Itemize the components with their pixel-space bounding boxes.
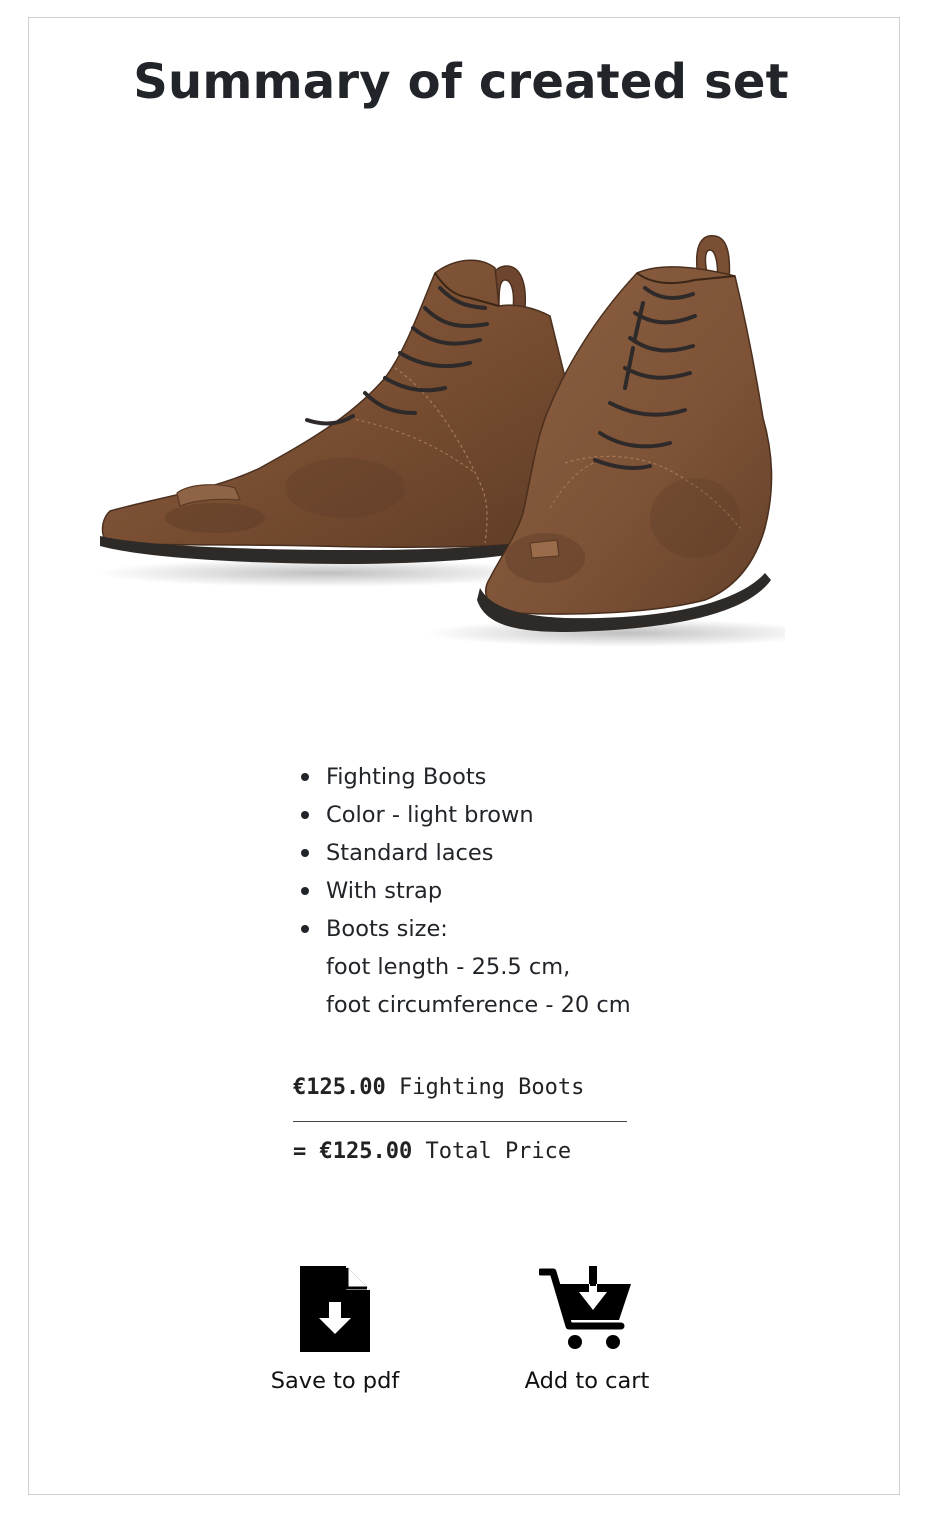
line-item-amount: €125.00	[293, 1075, 386, 1100]
feature-item: Color - light brown	[300, 796, 631, 834]
bullet-icon	[301, 811, 309, 819]
boots-illustration	[95, 235, 825, 647]
price-total: = €125.00 Total Price	[293, 1134, 627, 1170]
save-to-pdf-button[interactable]: Save to pdf	[250, 1266, 420, 1396]
total-prefix: =	[293, 1139, 320, 1164]
price-line-item: €125.00 Fighting Boots	[293, 1070, 627, 1106]
product-image	[95, 228, 825, 658]
foot-length-text: foot length - 25.5 cm,	[326, 954, 571, 980]
file-download-icon	[300, 1266, 370, 1352]
line-item-label-text: Fighting Boots	[398, 1075, 585, 1100]
feature-text: Standard laces	[326, 840, 494, 866]
feature-item: Fighting Boots	[300, 758, 631, 796]
foot-circumference-text: foot circumference - 20 cm	[326, 992, 631, 1018]
add-to-cart-button[interactable]: Add to cart	[507, 1266, 667, 1396]
bullet-icon	[301, 773, 309, 781]
bullet-icon	[301, 925, 309, 933]
feature-text: Boots size:	[326, 916, 448, 942]
feature-item: Standard laces	[300, 834, 631, 872]
add-to-cart-label: Add to cart	[524, 1368, 650, 1394]
line-item-label: Fighting Boots	[399, 1075, 584, 1100]
feature-text: Fighting Boots	[326, 764, 487, 790]
feature-item-size: Boots size: foot length - 25.5 cm, foot …	[300, 910, 631, 1024]
save-to-pdf-label: Save to pdf	[270, 1368, 400, 1394]
feature-text: With strap	[326, 878, 443, 904]
icon-wrap	[250, 1266, 420, 1356]
price-divider	[293, 1121, 627, 1122]
cart-download-icon	[539, 1266, 631, 1349]
feature-item: With strap	[300, 872, 631, 910]
total-label: Total Price	[425, 1139, 572, 1164]
bullet-icon	[301, 849, 309, 857]
price-summary: €125.00 Fighting Boots = €125.00 Total P…	[293, 1070, 627, 1170]
feature-text: Color - light brown	[326, 802, 534, 828]
feature-list: Fighting Boots Color - light brown Stand…	[300, 758, 631, 1024]
total-amount: €125.00	[319, 1139, 413, 1164]
page-title: Summary of created set	[133, 54, 789, 110]
icon-wrap	[507, 1266, 667, 1356]
bullet-icon	[301, 887, 309, 895]
